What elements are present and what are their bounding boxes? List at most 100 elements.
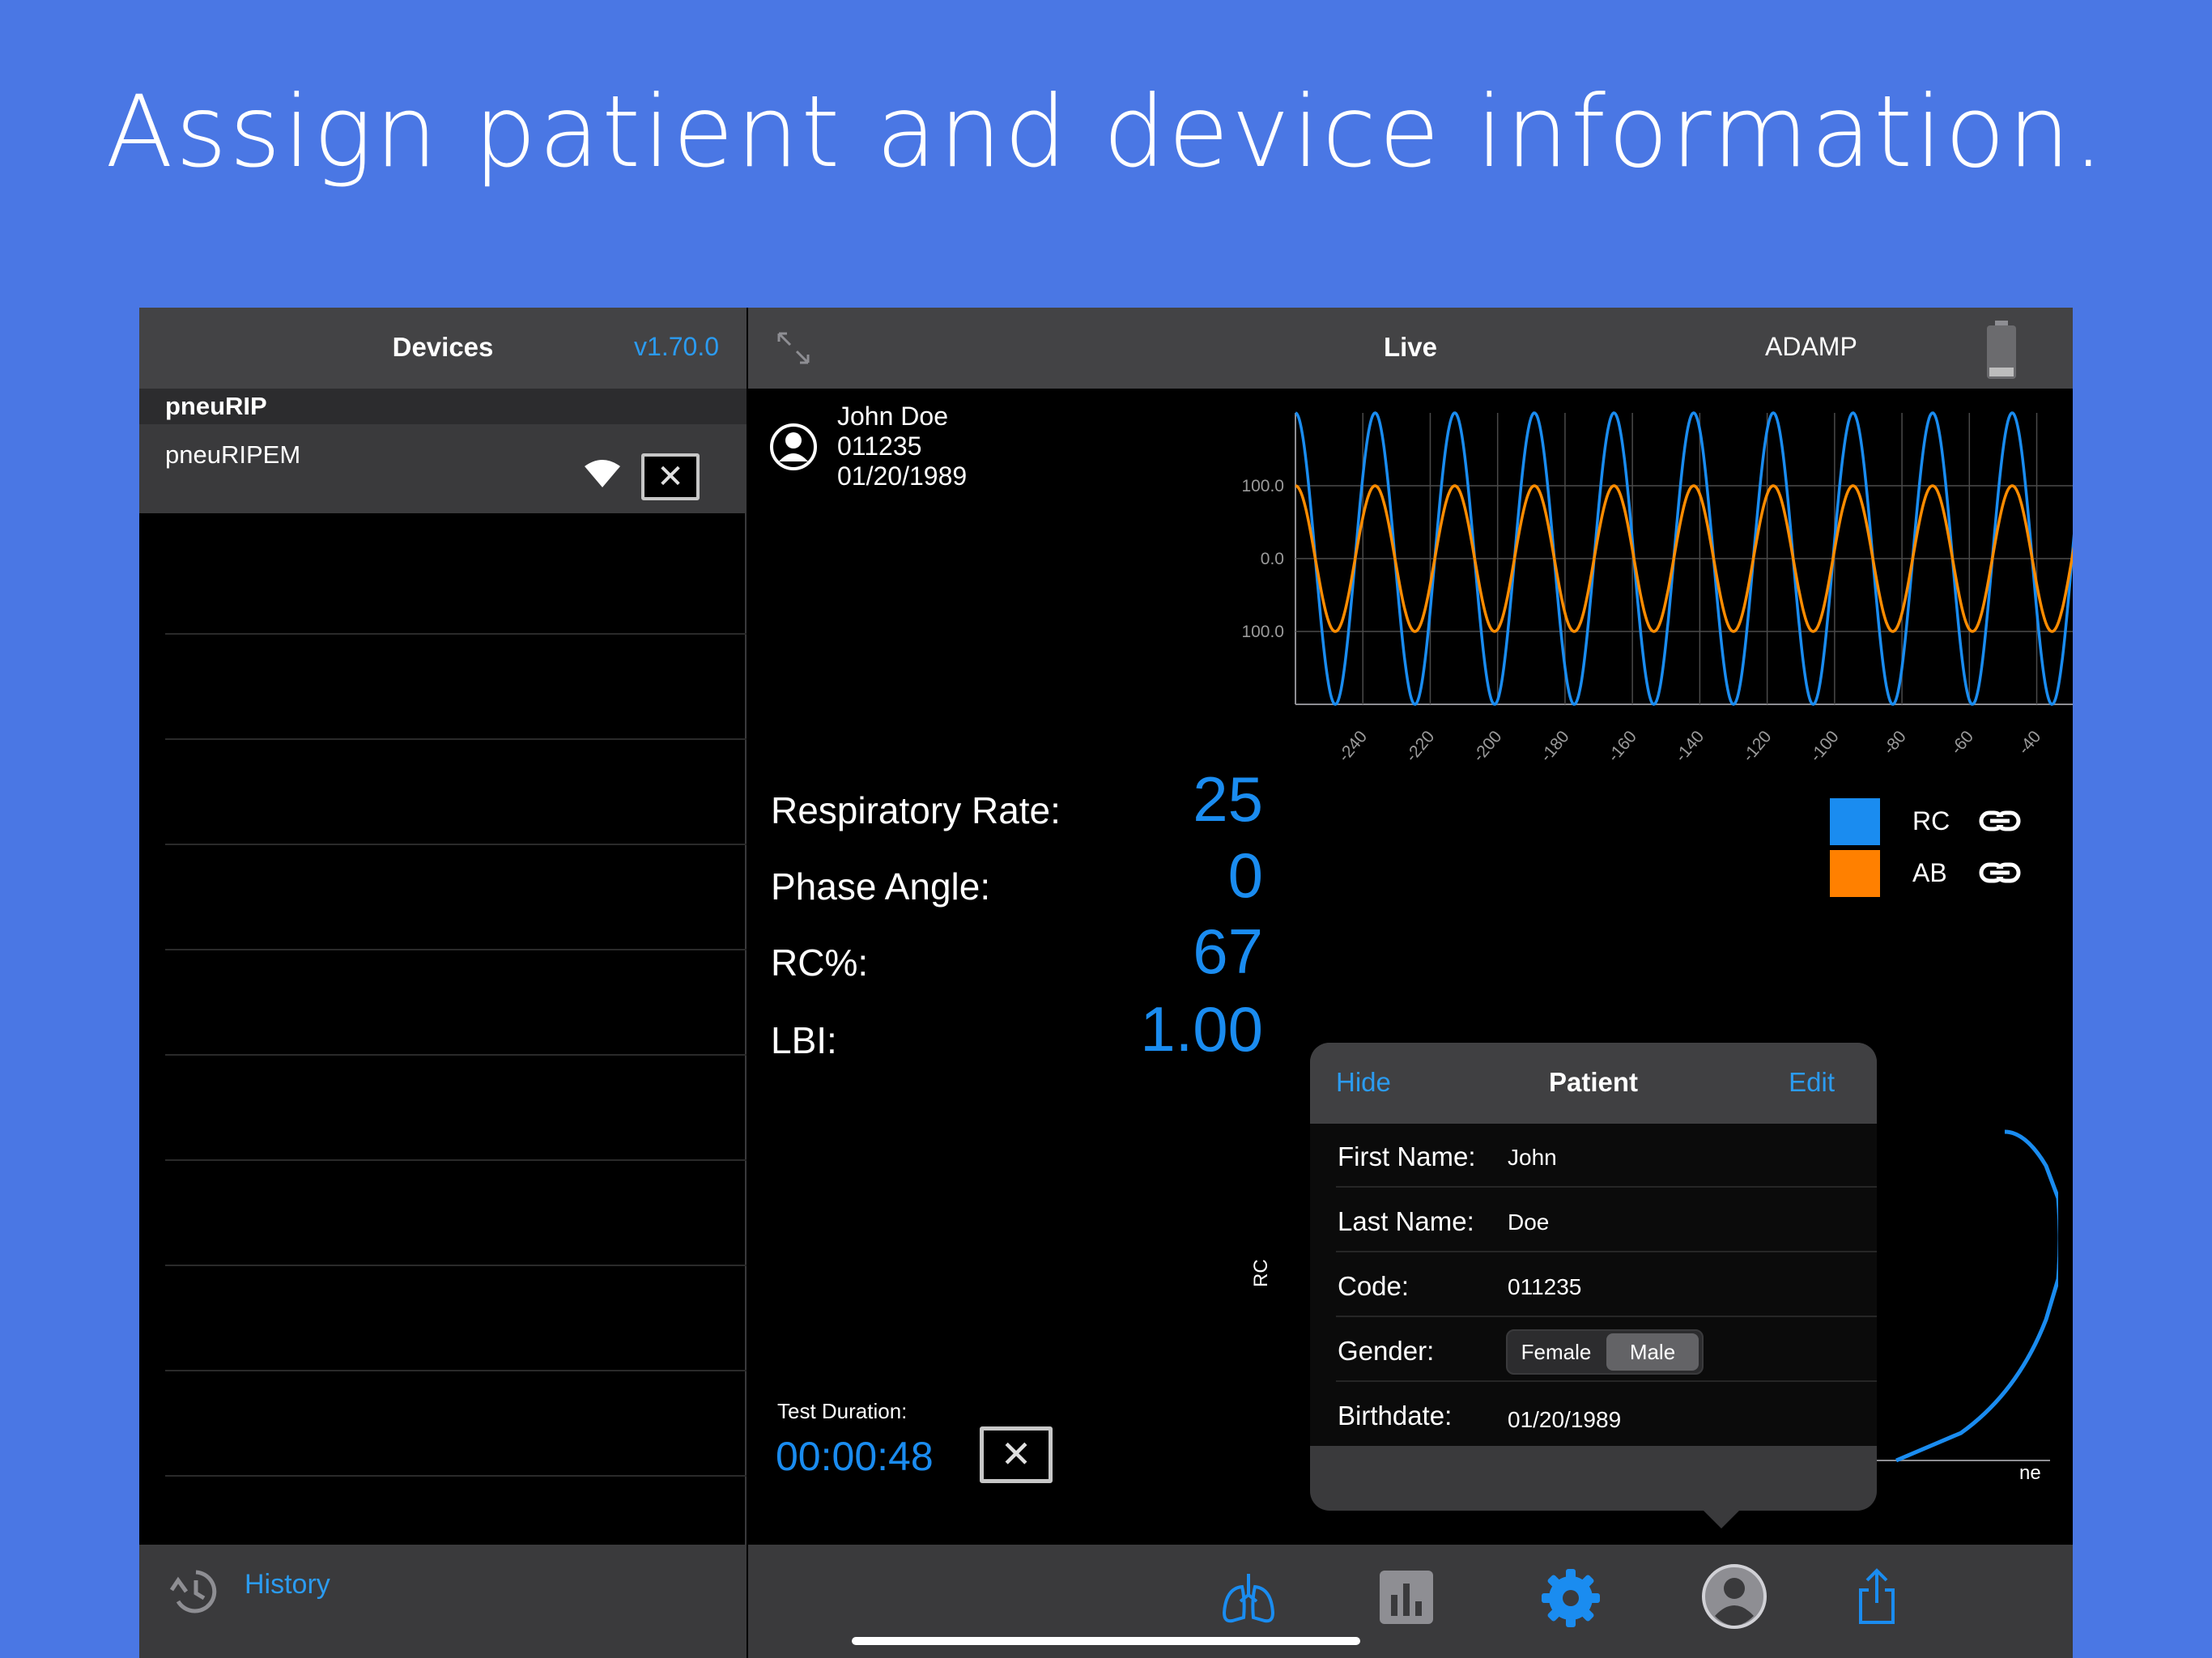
loop-trace xyxy=(1895,1129,2058,1463)
patient-form: First Name: John Last Name: Doe Code: 01… xyxy=(1310,1124,1877,1446)
birthdate-row: Birthdate: 01/20/1989 xyxy=(1310,1383,1877,1447)
row-divider xyxy=(1336,1251,1877,1252)
device-name: pneuRIPEM xyxy=(165,440,301,469)
x-tick-label: -140 xyxy=(1672,727,1708,761)
legend-item-rc: RC xyxy=(1830,798,2040,850)
first-name-label: First Name: xyxy=(1338,1141,1476,1171)
phase-angle-value: 0 xyxy=(1227,840,1263,911)
wifi-icon xyxy=(585,460,620,487)
rc-color-swatch xyxy=(1830,798,1880,845)
x-tick-label: -240 xyxy=(1334,727,1371,761)
x-tick-label: -180 xyxy=(1537,727,1573,761)
patient-name: John Doe xyxy=(837,402,948,431)
device-section-header: pneuRIP xyxy=(139,389,747,424)
code-row: Code: 011235 xyxy=(1310,1253,1877,1317)
legend-item-ab: AB xyxy=(1830,850,2040,902)
history-icon[interactable] xyxy=(167,1562,225,1621)
link-icon[interactable] xyxy=(1979,860,2021,887)
patient-popover: Patient Hide Edit First Name: John Last … xyxy=(1310,1043,1877,1511)
edit-button[interactable]: Edit xyxy=(1789,1067,1835,1098)
x-tick-label: -40 xyxy=(2014,727,2044,758)
test-duration-label: Test Duration: xyxy=(777,1399,908,1423)
gender-row: Gender: Female Male xyxy=(1310,1318,1877,1382)
device-row[interactable]: pneuRIPEM ✕ xyxy=(139,424,747,513)
stop-test-button[interactable]: ✕ xyxy=(980,1426,1053,1483)
headline: Assign patient and device information. xyxy=(105,74,2107,189)
birthdate-label: Birthdate: xyxy=(1338,1401,1453,1431)
gender-label: Gender: xyxy=(1338,1336,1435,1366)
row-divider xyxy=(165,738,747,740)
loop-x-axis-label: ne xyxy=(2019,1462,2041,1484)
row-divider xyxy=(165,1265,747,1266)
chart-legend: RC AB xyxy=(1830,798,2040,902)
section-header-label: pneuRIP xyxy=(165,392,267,420)
y-tick-label: 100.0 xyxy=(1241,477,1284,495)
row-divider xyxy=(1336,1186,1877,1188)
battery-icon xyxy=(1987,321,2016,379)
x-tick-label: -60 xyxy=(1947,727,1977,758)
legend-label-ab: AB xyxy=(1912,858,1947,887)
patient-birthdate: 01/20/1989 xyxy=(837,461,968,491)
x-tick-label: -220 xyxy=(1402,727,1439,761)
loop-y-axis-label: RC xyxy=(1250,1259,1272,1287)
first-name-value[interactable]: John xyxy=(1508,1145,1557,1171)
popover-arrow xyxy=(1702,1509,1741,1528)
x-tick-label: -160 xyxy=(1604,727,1640,761)
lbi-label: LBI: xyxy=(771,1019,837,1061)
ipad-screen: Devices v1.70.0 pneuRIP pneuRIPEM ✕ Hist… xyxy=(139,308,2073,1658)
popover-nav-bar: Patient Hide Edit xyxy=(1310,1043,1877,1124)
birthdate-value[interactable]: 01/20/1989 xyxy=(1508,1407,1621,1433)
patient-summary: John Doe 011235 01/20/1989 xyxy=(837,402,967,491)
bar-chart-icon[interactable] xyxy=(1378,1567,1435,1626)
waveform-chart: 100.0 0.0 100.0 -240 -220 -200 -180 -160 -140 -12… xyxy=(1241,411,2073,761)
x-tick-label: -100 xyxy=(1806,727,1843,761)
history-button[interactable]: History xyxy=(245,1569,330,1601)
last-name-row: Last Name: Doe xyxy=(1310,1188,1877,1252)
respiratory-rate-value: 25 xyxy=(1193,763,1263,835)
rc-percent-value: 67 xyxy=(1193,916,1263,987)
live-nav-bar: Live ADAMP xyxy=(748,308,2073,389)
y-tick-label: 0.0 xyxy=(1261,550,1284,568)
respiratory-rate-label: Respiratory Rate: xyxy=(771,789,1061,831)
code-label: Code: xyxy=(1338,1271,1410,1301)
phase-angle-label: Phase Angle: xyxy=(771,865,991,908)
rc-percent-label: RC%: xyxy=(771,942,869,984)
row-divider xyxy=(165,1475,747,1477)
x-tick-label: -80 xyxy=(1880,727,1910,758)
home-indicator[interactable] xyxy=(852,1637,1360,1645)
legend-label-rc: RC xyxy=(1912,806,1950,835)
row-divider xyxy=(165,949,747,950)
gender-male-option[interactable]: Male xyxy=(1606,1333,1699,1371)
code-value[interactable]: 011235 xyxy=(1508,1274,1581,1300)
patient-icon[interactable] xyxy=(1700,1562,1768,1630)
devices-nav-bar: Devices v1.70.0 xyxy=(139,308,747,389)
row-divider xyxy=(165,1054,747,1056)
test-duration-value: 00:00:48 xyxy=(776,1434,934,1479)
patient-avatar-icon xyxy=(770,423,817,470)
row-divider xyxy=(165,1159,747,1161)
row-divider xyxy=(1336,1316,1877,1317)
live-title: Live xyxy=(1383,332,1438,362)
first-name-row: First Name: John xyxy=(1310,1124,1877,1188)
x-tick-label: -120 xyxy=(1739,727,1776,761)
hide-button[interactable]: Hide xyxy=(1336,1067,1391,1098)
disconnect-device-button[interactable]: ✕ xyxy=(641,453,700,500)
lbi-value: 1.00 xyxy=(1140,993,1263,1065)
patient-code: 011235 xyxy=(837,432,922,461)
last-name-value[interactable]: Doe xyxy=(1508,1209,1549,1235)
gear-icon[interactable] xyxy=(1540,1567,1602,1629)
device-mode-label: ADAMP xyxy=(1765,332,1857,361)
row-divider xyxy=(1336,1380,1877,1382)
row-divider xyxy=(165,633,747,635)
row-divider xyxy=(165,844,747,845)
last-name-label: Last Name: xyxy=(1338,1206,1474,1236)
gender-female-option[interactable]: Female xyxy=(1511,1333,1602,1371)
share-icon[interactable] xyxy=(1856,1567,1898,1626)
x-tick-label: -200 xyxy=(1470,727,1506,761)
link-icon[interactable] xyxy=(1979,808,2021,835)
y-tick-label: 100.0 xyxy=(1241,623,1284,641)
version-label: v1.70.0 xyxy=(634,332,719,361)
lungs-icon[interactable] xyxy=(1218,1567,1279,1629)
gender-segmented-control: Female Male xyxy=(1506,1329,1704,1375)
ab-color-swatch xyxy=(1830,850,1880,897)
